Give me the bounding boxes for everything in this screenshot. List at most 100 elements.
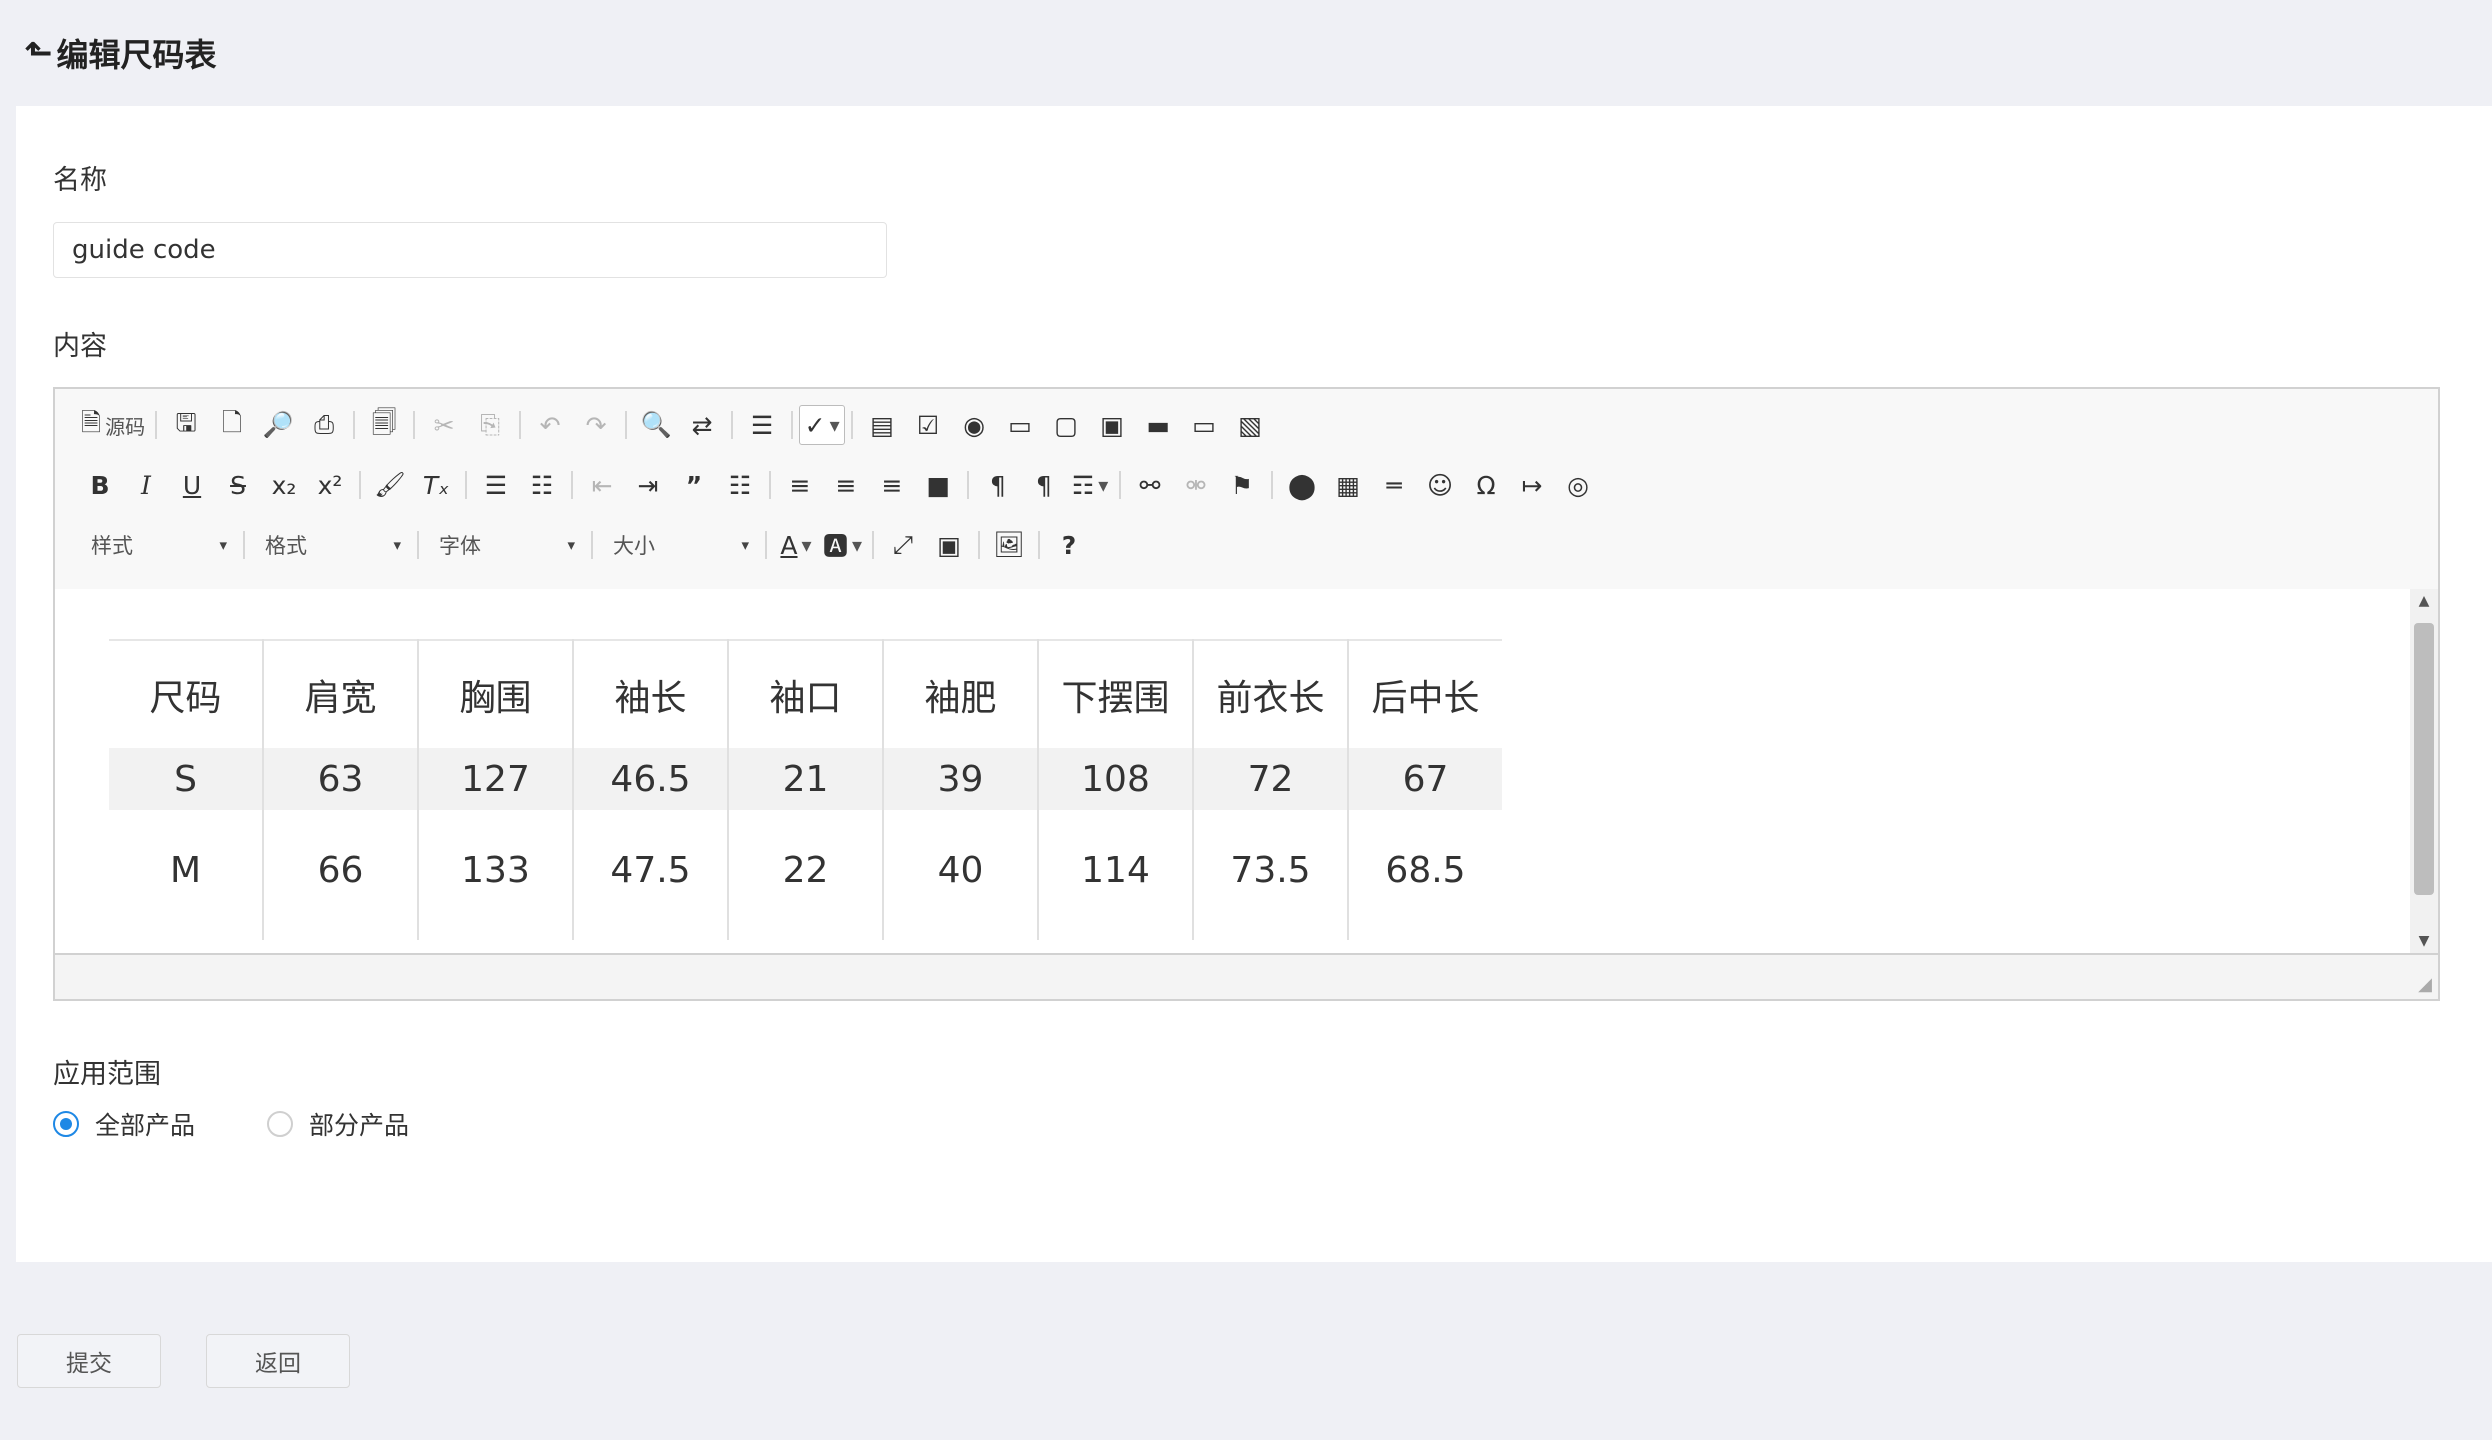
- table-cell[interactable]: 68.5: [1347, 810, 1502, 940]
- table-header-cell[interactable]: 袖长: [572, 640, 728, 748]
- show-blocks-icon[interactable]: ▣: [926, 525, 972, 565]
- size-dropdown[interactable]: 大小 ▾: [599, 525, 759, 565]
- table-cell[interactable]: 46.5: [572, 748, 728, 810]
- unlink-icon[interactable]: ⚮: [1173, 465, 1219, 505]
- back-button[interactable]: 返回: [206, 1334, 350, 1388]
- radio-unchecked-icon[interactable]: [267, 1111, 294, 1137]
- smiley-icon[interactable]: ☺: [1417, 465, 1463, 505]
- source-button[interactable]: 🗎 源码: [77, 405, 149, 445]
- ltr-icon[interactable]: ¶: [975, 465, 1021, 505]
- bold-icon[interactable]: B: [77, 465, 123, 505]
- table-cell[interactable]: 66: [262, 810, 418, 940]
- format-dropdown[interactable]: 格式 ▾: [251, 525, 411, 565]
- table-header-cell[interactable]: 袖肥: [882, 640, 1038, 748]
- spellcheck-button[interactable]: ✓ ▾: [799, 405, 846, 445]
- editor-scrollbar[interactable]: ▲ ▼: [2410, 589, 2438, 953]
- undo-icon[interactable]: ↶: [527, 405, 573, 445]
- table-cell[interactable]: 127: [417, 748, 573, 810]
- align-left-icon[interactable]: ≡: [777, 465, 823, 505]
- select-field-icon[interactable]: ▣: [1089, 405, 1135, 445]
- table-cell[interactable]: 47.5: [572, 810, 728, 940]
- submit-button[interactable]: 提交: [17, 1334, 161, 1388]
- table-header-cell[interactable]: 袖口: [727, 640, 883, 748]
- button-field-icon[interactable]: ▬: [1135, 405, 1181, 445]
- scrollbar-thumb[interactable]: [2414, 623, 2434, 895]
- justify-icon[interactable]: ■: [915, 465, 961, 505]
- outdent-icon[interactable]: ⇤: [579, 465, 625, 505]
- italic-icon[interactable]: I: [123, 465, 169, 505]
- bulleted-list-icon[interactable]: ☷: [519, 465, 565, 505]
- table-cell[interactable]: 72: [1192, 748, 1348, 810]
- find-icon[interactable]: 🔍: [633, 405, 679, 445]
- table-header-cell[interactable]: 尺码: [109, 640, 263, 748]
- page-break-icon[interactable]: ↦: [1509, 465, 1555, 505]
- name-input[interactable]: [53, 222, 887, 278]
- strikethrough-icon[interactable]: S: [215, 465, 261, 505]
- underline-icon[interactable]: U: [169, 465, 215, 505]
- table-cell[interactable]: 22: [727, 810, 883, 940]
- cut-icon[interactable]: ✂: [421, 405, 467, 445]
- table-cell[interactable]: 21: [727, 748, 883, 810]
- div-container-icon[interactable]: ☷: [717, 465, 763, 505]
- rtl-icon[interactable]: ¶: [1021, 465, 1067, 505]
- scope-option-all[interactable]: 全部产品: [53, 1106, 195, 1142]
- language-button[interactable]: ☶ ▾: [1067, 465, 1113, 505]
- save-icon[interactable]: 🖫: [163, 405, 209, 445]
- copy-icon[interactable]: ⎘: [467, 405, 513, 445]
- templates-icon[interactable]: 🗐: [361, 405, 407, 445]
- table-header-cell[interactable]: 肩宽: [262, 640, 418, 748]
- print-icon[interactable]: ⎙: [301, 405, 347, 445]
- table-cell[interactable]: 114: [1037, 810, 1193, 940]
- radio-checked-icon[interactable]: [53, 1111, 79, 1137]
- font-dropdown[interactable]: 字体 ▾: [425, 525, 585, 565]
- table-cell[interactable]: 63: [262, 748, 418, 810]
- table-header-cell[interactable]: 后中长: [1347, 640, 1502, 748]
- indent-icon[interactable]: ⇥: [625, 465, 671, 505]
- editor-content-area[interactable]: 尺码 肩宽 胸围 袖长 袖口 袖肥 下摆围 前衣长 后中长 S 63 127 4…: [55, 589, 2438, 953]
- special-char-icon[interactable]: Ω: [1463, 465, 1509, 505]
- preview-icon[interactable]: 🔎: [255, 405, 301, 445]
- align-center-icon[interactable]: ≡: [823, 465, 869, 505]
- text-color-button[interactable]: A ▾: [773, 525, 819, 565]
- radio-icon[interactable]: ◉: [951, 405, 997, 445]
- flash-icon[interactable]: ⬤: [1279, 465, 1325, 505]
- scope-option-partial[interactable]: 部分产品: [267, 1106, 409, 1142]
- image-button-icon[interactable]: ▭: [1181, 405, 1227, 445]
- align-right-icon[interactable]: ≡: [869, 465, 915, 505]
- table-cell[interactable]: 108: [1037, 748, 1193, 810]
- subscript-icon[interactable]: x₂: [261, 465, 307, 505]
- link-icon[interactable]: ⚯: [1127, 465, 1173, 505]
- back-arrow-icon[interactable]: ⬑: [24, 33, 53, 73]
- table-cell[interactable]: 67: [1347, 748, 1502, 810]
- anchor-flag-icon[interactable]: ⚑: [1219, 465, 1265, 505]
- table-header-cell[interactable]: 胸围: [417, 640, 573, 748]
- copy-format-icon[interactable]: 🖌: [367, 465, 413, 505]
- hidden-field-icon[interactable]: ▧: [1227, 405, 1273, 445]
- form-icon[interactable]: ▤: [859, 405, 905, 445]
- replace-icon[interactable]: ⇄: [679, 405, 725, 445]
- numbered-list-icon[interactable]: ☰: [473, 465, 519, 505]
- textarea-icon[interactable]: ▢: [1043, 405, 1089, 445]
- table-cell[interactable]: 133: [417, 810, 573, 940]
- table-header-cell[interactable]: 下摆围: [1037, 640, 1193, 748]
- horizontal-line-icon[interactable]: ═: [1371, 465, 1417, 505]
- resize-grip-icon[interactable]: ◢: [2418, 974, 2432, 995]
- checkbox-icon[interactable]: ☑: [905, 405, 951, 445]
- scroll-up-arrow-icon[interactable]: ▲: [2410, 593, 2438, 609]
- maximize-icon[interactable]: ⤢: [880, 525, 926, 565]
- iframe-globe-icon[interactable]: ◎: [1555, 465, 1601, 505]
- bg-color-button[interactable]: 🅰 ▾: [819, 525, 866, 565]
- table-cell[interactable]: 73.5: [1192, 810, 1348, 940]
- table-icon[interactable]: ▦: [1325, 465, 1371, 505]
- table-cell[interactable]: M: [109, 810, 263, 940]
- table-cell[interactable]: S: [109, 748, 263, 810]
- remove-format-icon[interactable]: Tₓ: [413, 465, 459, 505]
- redo-icon[interactable]: ↷: [573, 405, 619, 445]
- new-page-icon[interactable]: 🗋: [209, 405, 255, 445]
- table-cell[interactable]: 40: [882, 810, 1038, 940]
- scroll-down-arrow-icon[interactable]: ▼: [2410, 933, 2438, 949]
- text-field-icon[interactable]: ▭: [997, 405, 1043, 445]
- style-dropdown[interactable]: 样式 ▾: [77, 525, 237, 565]
- help-icon[interactable]: ?: [1046, 525, 1092, 565]
- blockquote-icon[interactable]: ”: [671, 465, 717, 505]
